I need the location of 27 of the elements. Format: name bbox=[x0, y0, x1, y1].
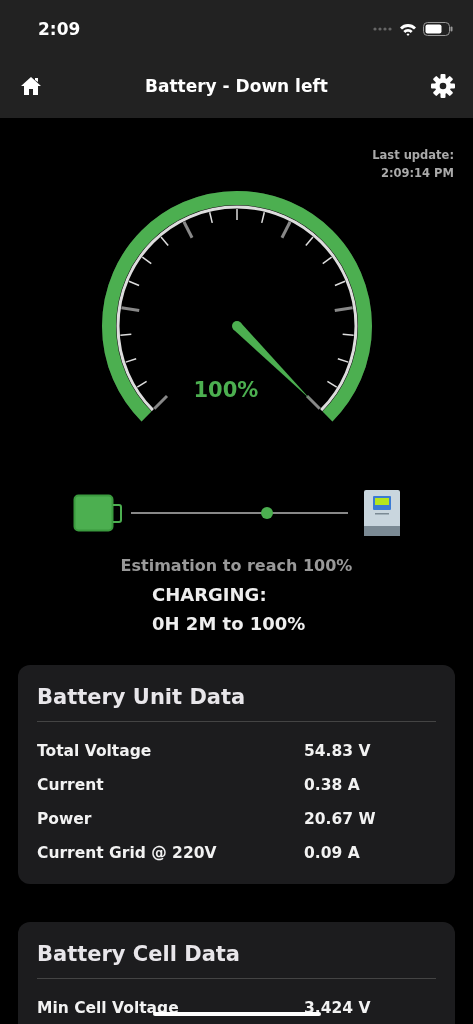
card-title: Battery Cell Data bbox=[37, 942, 242, 966]
gauge-reading: 100% bbox=[193, 378, 259, 402]
home-icon bbox=[20, 76, 42, 96]
data-value: 0.09 A bbox=[304, 844, 361, 862]
data-label: Current Grid @ 220V bbox=[37, 844, 217, 862]
estimation-label: Estimation to reach 100% bbox=[120, 556, 353, 575]
wifi-icon bbox=[399, 22, 417, 36]
last-update-label: Last update: bbox=[372, 148, 454, 162]
data-label: Power bbox=[37, 810, 92, 828]
screen-title: Battery - Down left bbox=[145, 76, 328, 96]
status-time: 2:09 bbox=[38, 19, 81, 39]
card-title: Battery Unit Data bbox=[37, 685, 247, 709]
flow-dot bbox=[261, 507, 273, 519]
data-value: 3.424 V bbox=[304, 999, 372, 1017]
last-update-time: 2:09:14 PM bbox=[380, 166, 454, 180]
data-label: Total Voltage bbox=[37, 742, 152, 760]
charging-remaining: 0H 2M to 100% bbox=[152, 613, 306, 634]
data-value: 54.83 V bbox=[304, 742, 372, 760]
data-label: Current bbox=[37, 776, 104, 794]
battery-status-icon bbox=[423, 22, 453, 36]
settings-button[interactable] bbox=[429, 72, 457, 100]
settings-icon bbox=[431, 74, 455, 98]
data-value: 20.67 W bbox=[304, 810, 377, 828]
charger-icon bbox=[364, 490, 400, 536]
battery-icon bbox=[73, 494, 123, 532]
charging-state: CHARGING: bbox=[152, 584, 268, 605]
data-value: 0.38 A bbox=[304, 776, 361, 794]
